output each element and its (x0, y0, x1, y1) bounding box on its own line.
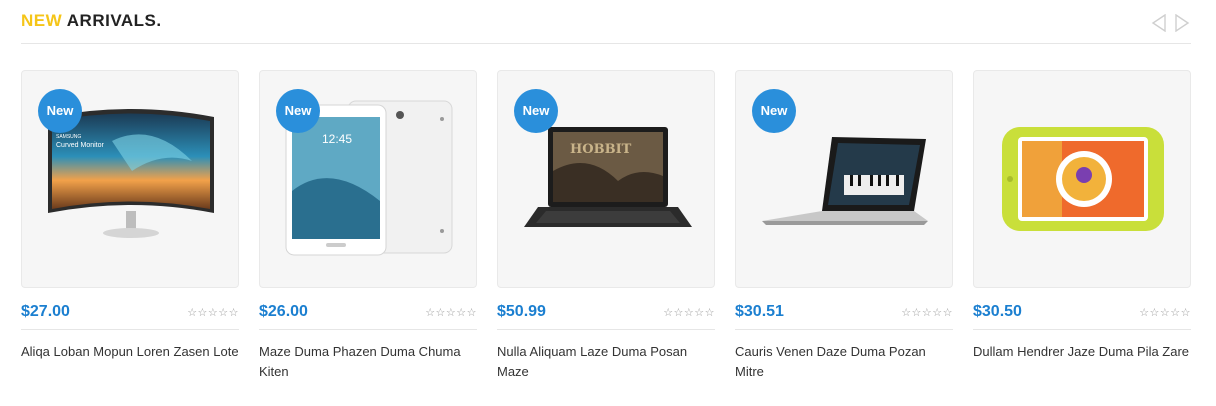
product-name-link[interactable]: Aliqa Loban Mopun Loren Zasen Lote (21, 342, 239, 362)
product-image[interactable]: New HOBBIT (497, 70, 715, 288)
star-rating-icon: ☆☆☆☆☆ (663, 306, 715, 319)
divider (735, 329, 953, 330)
divider (497, 329, 715, 330)
star-rating-icon: ☆☆☆☆☆ (425, 306, 477, 319)
section-title-rest: ARRIVALS. (66, 11, 162, 30)
svg-text:Curved Monitor: Curved Monitor (56, 142, 105, 149)
product-card[interactable]: $30.50 ☆☆☆☆☆ Dullam Hendrer Jaze Duma Pi… (973, 70, 1191, 390)
product-card[interactable]: New 12:45 $26.00 ☆☆☆☆☆ Maze Duma Phazen … (259, 70, 477, 390)
product-price: $27.00 (21, 303, 70, 320)
product-price: $30.50 (973, 303, 1022, 320)
chevron-left-icon[interactable] (1151, 13, 1167, 33)
new-arrivals-section: NEW ARRIVALS. New SAMSUNG Curved Monitor… (21, 0, 1191, 406)
divider (21, 329, 239, 330)
product-card[interactable]: New SAMSUNG Curved Monitor $27.00 ☆☆☆☆☆ … (21, 70, 239, 390)
svg-text:HOBBIT: HOBBIT (570, 142, 632, 157)
svg-text:12:45: 12:45 (322, 132, 352, 146)
product-image[interactable]: New (735, 70, 953, 288)
product-image[interactable]: New SAMSUNG Curved Monitor (21, 70, 239, 288)
star-rating-icon: ☆☆☆☆☆ (187, 306, 239, 319)
chevron-right-icon[interactable] (1174, 13, 1190, 33)
new-badge: New (752, 89, 796, 133)
product-image[interactable]: New 12:45 (259, 70, 477, 288)
section-title-accent: NEW (21, 11, 63, 30)
svg-text:SAMSUNG: SAMSUNG (56, 134, 81, 140)
product-price: $50.99 (497, 303, 546, 320)
star-rating-icon: ☆☆☆☆☆ (901, 306, 953, 319)
product-card[interactable]: New HOBBIT $50.99 ☆☆☆☆☆ Nulla Aliquam La… (497, 70, 715, 390)
divider (259, 329, 477, 330)
new-badge: New (38, 89, 82, 133)
product-name-link[interactable]: Dullam Hendrer Jaze Duma Pila Zare (973, 342, 1191, 362)
product-card[interactable]: New $30.51 ☆☆☆☆☆ Cauris Venen Daze Duma … (735, 70, 953, 390)
section-header: NEW ARRIVALS. (21, 0, 1191, 44)
kids-tablet-image (1002, 127, 1164, 231)
product-price: $30.51 (735, 303, 784, 320)
divider (973, 329, 1191, 330)
product-price: $26.00 (259, 303, 308, 320)
product-grid: New SAMSUNG Curved Monitor $27.00 ☆☆☆☆☆ … (21, 70, 1191, 390)
new-badge: New (276, 89, 320, 133)
product-image[interactable] (973, 70, 1191, 288)
section-title: NEW ARRIVALS. (21, 11, 162, 31)
product-name-link[interactable]: Maze Duma Phazen Duma Chuma Kiten (259, 342, 477, 382)
new-badge: New (514, 89, 558, 133)
product-name-link[interactable]: Cauris Venen Daze Duma Pozan Mitre (735, 342, 953, 382)
product-name-link[interactable]: Nulla Aliquam Laze Duma Posan Maze (497, 342, 715, 382)
star-rating-icon: ☆☆☆☆☆ (1139, 306, 1191, 319)
